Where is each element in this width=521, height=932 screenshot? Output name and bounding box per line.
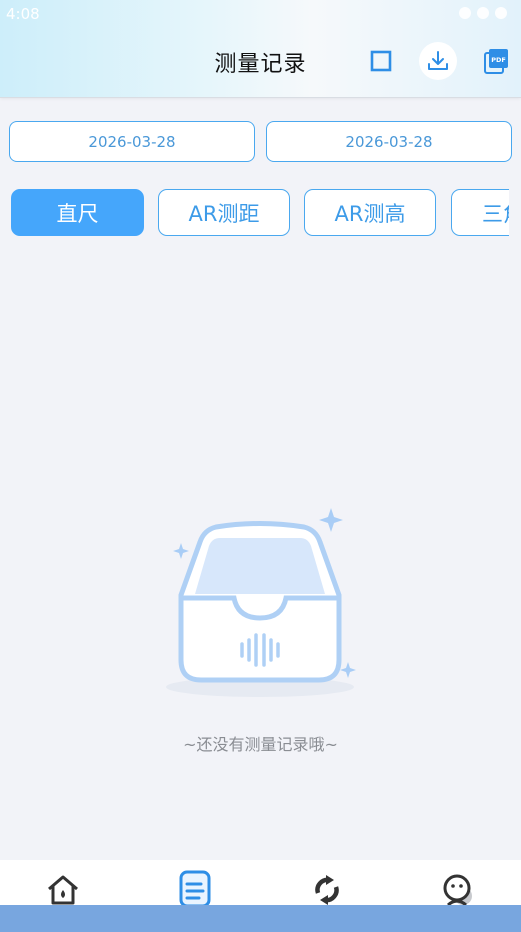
empty-inbox-icon [166,508,356,697]
nav-home[interactable] [43,870,83,910]
status-time: 4:08 [6,5,40,23]
tab-ruler[interactable]: 直尺 [11,189,144,236]
download-icon [428,51,448,70]
tab-ar-distance[interactable]: AR测距 [158,189,290,236]
header: 4:08 测量记录 PDF [0,0,521,98]
home-icon [48,875,78,905]
select-all-button[interactable] [362,42,400,80]
records-icon [179,870,211,908]
export-pdf-button[interactable]: PDF [477,42,515,80]
end-date-picker[interactable]: 2026-03-28 [266,121,512,162]
pdf-icon: PDF [484,49,508,74]
start-date-picker[interactable]: 2026-03-28 [9,121,255,162]
select-square-icon [370,50,392,72]
nav-profile[interactable] [438,870,478,910]
download-button[interactable] [419,42,457,80]
svg-text:PDF: PDF [491,56,506,64]
tab-ar-height[interactable]: AR测高 [304,189,436,236]
wifi-icon [459,7,471,19]
signal-icon [477,7,489,19]
battery-icon [495,7,507,19]
system-gesture-bar [0,905,521,932]
empty-state-message: ~还没有测量记录哦~ [183,735,338,754]
refresh-icon [315,875,339,905]
category-tabs: 直尺 AR测距 AR测高 三角 [0,189,509,236]
nav-records[interactable] [175,870,215,910]
status-icons [459,7,507,19]
nav-convert[interactable] [307,870,347,910]
tab-triangle[interactable]: 三角 [451,189,509,236]
bottom-nav [0,860,521,908]
profile-icon [443,874,472,907]
